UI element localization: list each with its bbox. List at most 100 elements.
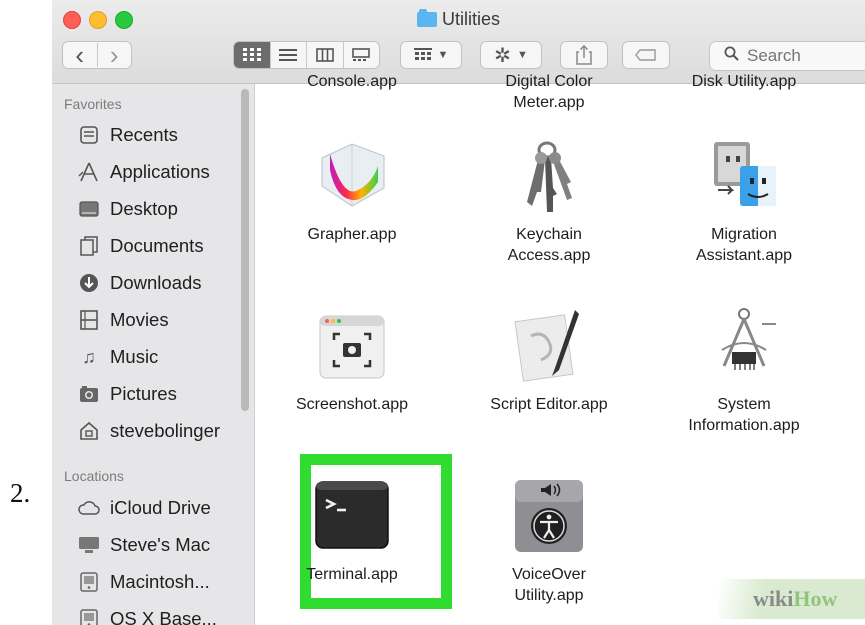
- migration-assistant-icon: [704, 136, 784, 216]
- file-item-voiceover-utility[interactable]: VoiceOver Utility.app: [474, 476, 624, 606]
- music-icon: ♫: [82, 346, 96, 367]
- file-item-disk-utility[interactable]: Disk Utility.app: [669, 71, 819, 92]
- sidebar-item-label: Desktop: [110, 198, 178, 219]
- file-item-digital-color-meter[interactable]: Digital Color Meter.app: [474, 71, 624, 113]
- sidebar: Favorites Recents Applications Desktop D…: [52, 84, 255, 625]
- sidebar-item-label: Documents: [110, 235, 204, 256]
- tag-button[interactable]: [622, 41, 670, 69]
- search-input[interactable]: [745, 45, 859, 67]
- window-title: Utilities: [52, 9, 865, 30]
- downloads-icon: [78, 272, 100, 294]
- sidebar-item-music[interactable]: ♫ Music: [78, 342, 158, 372]
- share-button[interactable]: [560, 41, 608, 69]
- sidebar-item-os-x-base[interactable]: OS X Base...: [78, 604, 217, 625]
- navigation-buttons: ‹ ›: [62, 41, 132, 69]
- terminal-icon: [312, 476, 392, 556]
- file-name: Console.app: [307, 73, 397, 90]
- sidebar-item-label: Macintosh...: [110, 571, 210, 592]
- sidebar-item-icloud-drive[interactable]: iCloud Drive: [78, 493, 211, 523]
- sidebar-item-label: Recents: [110, 124, 178, 145]
- home-icon: [78, 420, 100, 442]
- list-view-button[interactable]: [271, 42, 307, 68]
- icon-view-icon: [242, 48, 261, 61]
- file-name: Screenshot.app: [295, 396, 409, 413]
- computer-icon: [78, 534, 100, 556]
- file-name: Disk Utility.app: [691, 73, 797, 90]
- script-editor-icon: [509, 306, 589, 386]
- sidebar-item-movies[interactable]: Movies: [78, 305, 169, 335]
- screenshot-icon: [312, 306, 392, 386]
- sidebar-item-recents[interactable]: Recents: [78, 120, 178, 150]
- file-item-migration-assistant[interactable]: Migration Assistant.app: [669, 136, 819, 266]
- file-name: Script Editor.app: [490, 396, 608, 413]
- back-button[interactable]: ‹: [63, 42, 98, 68]
- column-view-icon: [315, 48, 334, 62]
- folder-icon: [416, 9, 437, 27]
- keychain-icon: [509, 136, 589, 216]
- disk-icon: [78, 571, 100, 593]
- locations-section-label: Locations: [64, 468, 124, 484]
- file-name-line2: Utility.app: [514, 587, 584, 604]
- file-item-grapher[interactable]: Grapher.app: [277, 136, 427, 245]
- sidebar-scrollbar[interactable]: [241, 89, 249, 411]
- sidebar-item-label: iCloud Drive: [110, 497, 211, 518]
- finder-window: Utilities ‹ › ▼ ✲ ▼ Search Favorites Rec…: [52, 0, 865, 625]
- file-item-system-information[interactable]: System Information.app: [669, 306, 819, 436]
- sidebar-item-label: Movies: [110, 309, 169, 330]
- grapher-icon: [312, 136, 392, 216]
- share-icon: [576, 45, 592, 65]
- sidebar-item-home[interactable]: stevebolinger: [78, 416, 220, 446]
- pictures-icon: [78, 383, 100, 405]
- step-number: 2.: [10, 478, 31, 508]
- file-item-keychain-access[interactable]: Keychain Access.app: [474, 136, 624, 266]
- sidebar-item-label: stevebolinger: [110, 420, 221, 441]
- recents-icon: [78, 124, 100, 146]
- tag-icon: [635, 49, 656, 61]
- applications-icon: [78, 161, 100, 183]
- group-button[interactable]: ▼: [400, 41, 462, 69]
- sidebar-item-label: Steve's Mac: [110, 534, 211, 555]
- column-view-button[interactable]: [307, 42, 344, 68]
- file-name: Grapher.app: [307, 226, 397, 243]
- sidebar-item-label: Music: [110, 346, 159, 367]
- search-field[interactable]: [709, 41, 865, 71]
- movies-icon: [78, 309, 100, 331]
- sidebar-item-macintosh-hd[interactable]: Macintosh...: [78, 567, 210, 597]
- gallery-view-button[interactable]: [344, 42, 380, 68]
- file-item-screenshot[interactable]: Screenshot.app: [277, 306, 427, 415]
- icon-view-button[interactable]: [234, 42, 271, 68]
- chevron-down-icon: ▼: [516, 49, 528, 61]
- file-name: Keychain: [516, 226, 582, 243]
- file-name-line2: Assistant.app: [695, 247, 793, 264]
- desktop-icon: [78, 198, 100, 220]
- forward-button[interactable]: ›: [98, 42, 132, 68]
- file-item-console[interactable]: Console.app: [277, 71, 427, 92]
- voiceover-utility-icon: [509, 476, 589, 556]
- system-information-icon: [704, 306, 784, 386]
- file-name-line2: Meter.app: [513, 94, 585, 111]
- sidebar-item-applications[interactable]: Applications: [78, 157, 210, 187]
- file-item-script-editor[interactable]: Script Editor.app: [474, 306, 624, 415]
- view-mode-control: [233, 41, 380, 69]
- file-item-terminal[interactable]: Terminal.app: [277, 476, 427, 585]
- sidebar-item-pictures[interactable]: Pictures: [78, 379, 177, 409]
- disk-icon: [78, 608, 100, 625]
- file-name-line2: Information.app: [688, 417, 800, 434]
- cloud-icon: [78, 497, 100, 519]
- wikihow-watermark: wiki How: [719, 579, 865, 619]
- sidebar-item-steves-mac[interactable]: Steve's Mac: [78, 530, 210, 560]
- chevron-down-icon: ▼: [437, 49, 449, 61]
- search-icon: [724, 46, 739, 66]
- file-name: Terminal.app: [306, 566, 398, 583]
- action-button[interactable]: ✲ ▼: [480, 41, 542, 69]
- sidebar-item-documents[interactable]: Documents: [78, 231, 204, 261]
- sidebar-item-downloads[interactable]: Downloads: [78, 268, 202, 298]
- file-name: VoiceOver: [512, 566, 586, 583]
- group-icon: [413, 48, 432, 60]
- file-grid: Console.app Digital Color Meter.app Disk…: [255, 73, 865, 625]
- file-name: Migration: [711, 226, 777, 243]
- file-name: Digital Color: [505, 73, 593, 90]
- sidebar-item-label: Pictures: [110, 383, 177, 404]
- sidebar-item-desktop[interactable]: Desktop: [78, 194, 178, 224]
- gallery-view-icon: [352, 48, 371, 61]
